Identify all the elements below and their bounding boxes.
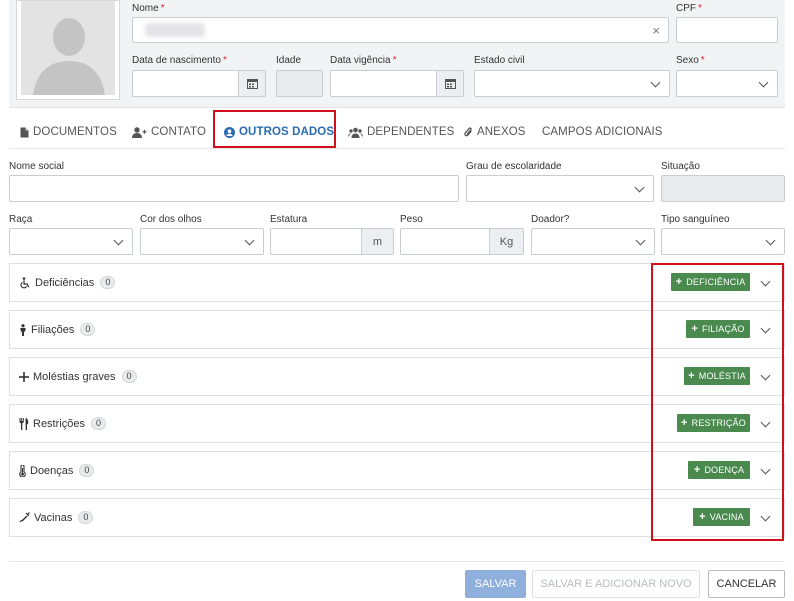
social-name-input[interactable] xyxy=(9,175,459,202)
chevron-down-icon xyxy=(113,235,124,245)
birth-date-input[interactable] xyxy=(132,70,266,97)
name-value-blurred xyxy=(145,23,205,37)
profile-photo[interactable] xyxy=(16,0,120,100)
avatar-placeholder-icon xyxy=(21,1,115,95)
tab-label: ANEXOS xyxy=(477,126,526,138)
save-and-new-button[interactable]: SALVAR E ADICIONAR NOVO xyxy=(532,570,700,598)
chevron-down-icon xyxy=(635,235,646,245)
validity-date-label: Data vigência * xyxy=(330,55,397,66)
save-button[interactable]: SALVAR xyxy=(465,570,526,598)
education-label: Grau de escolaridade xyxy=(466,161,562,172)
clear-icon[interactable]: × xyxy=(652,23,660,38)
tab-divider xyxy=(9,148,785,149)
count-badge: 0 xyxy=(78,511,94,524)
chevron-down-icon xyxy=(650,77,661,87)
eye-color-select[interactable] xyxy=(140,228,264,255)
validity-date-input[interactable] xyxy=(330,70,464,97)
sex-select[interactable] xyxy=(676,70,778,97)
eye-color-label: Cor dos olhos xyxy=(140,214,202,225)
name-input[interactable]: × xyxy=(132,17,669,43)
active-tab-highlight xyxy=(213,110,336,148)
blood-type-label: Tipo sanguíneo xyxy=(661,214,730,225)
cutlery-icon xyxy=(19,417,29,430)
education-select[interactable] xyxy=(466,175,654,202)
calendar-icon[interactable] xyxy=(436,71,463,96)
name-label: Nome * xyxy=(132,3,165,14)
age-input xyxy=(276,70,323,97)
tab-dependentes[interactable]: DEPENDENTES xyxy=(348,118,454,146)
tab-label: CONTATO xyxy=(151,126,207,138)
marital-status-label: Estado civil xyxy=(474,55,525,66)
document-icon xyxy=(20,127,29,138)
count-badge: 0 xyxy=(100,276,116,289)
thermometer-icon xyxy=(19,464,26,477)
birth-date-label: Data de nascimento * xyxy=(132,55,227,66)
add-buttons-highlight xyxy=(651,263,784,541)
count-badge: 0 xyxy=(79,464,95,477)
weight-label: Peso xyxy=(400,214,423,225)
paperclip-icon xyxy=(464,126,473,138)
count-badge: 0 xyxy=(90,417,106,430)
chevron-down-icon xyxy=(634,182,645,192)
users-icon xyxy=(348,127,363,138)
chevron-down-icon xyxy=(244,235,255,245)
tab-documentos[interactable]: DOCUMENTOS xyxy=(20,118,117,146)
weight-input[interactable]: Kg xyxy=(400,228,524,255)
age-label: Idade xyxy=(276,55,302,66)
tab-label: DOCUMENTOS xyxy=(33,126,117,138)
cpf-label: CPF * xyxy=(676,3,702,14)
footer-divider xyxy=(9,561,785,562)
calendar-icon[interactable] xyxy=(238,71,265,96)
blood-type-select[interactable] xyxy=(661,228,785,255)
count-badge: 0 xyxy=(80,323,96,336)
count-badge: 0 xyxy=(121,370,137,383)
marital-status-select[interactable] xyxy=(474,70,670,97)
status-label: Situação xyxy=(661,161,700,172)
tab-label: DEPENDENTES xyxy=(367,126,455,138)
user-plus-icon xyxy=(132,126,147,138)
tab-label: CAMPOS ADICIONAIS xyxy=(542,126,663,138)
height-unit: m xyxy=(361,229,393,254)
chevron-down-icon xyxy=(765,235,776,245)
panel-title: Moléstias graves xyxy=(33,370,116,383)
race-label: Raça xyxy=(9,214,33,225)
chevron-down-icon xyxy=(758,77,769,87)
tab-contato[interactable]: CONTATO xyxy=(132,118,206,146)
syringe-icon xyxy=(19,512,30,523)
panel-title: Doenças xyxy=(30,464,74,477)
weight-unit: Kg xyxy=(489,229,523,254)
race-select[interactable] xyxy=(9,228,133,255)
tab-campos-adicionais[interactable]: CAMPOS ADICIONAIS xyxy=(542,118,663,146)
plus-icon xyxy=(19,371,29,382)
tab-anexos[interactable]: ANEXOS xyxy=(464,118,526,146)
panel-title: Deficiências xyxy=(35,276,95,289)
height-input[interactable]: m xyxy=(270,228,394,255)
donor-label: Doador? xyxy=(531,214,570,225)
cancel-button[interactable]: CANCELAR xyxy=(708,570,785,598)
height-label: Estatura xyxy=(270,214,308,225)
wheelchair-icon xyxy=(19,276,31,289)
donor-select[interactable] xyxy=(531,228,655,255)
cpf-input[interactable] xyxy=(676,17,778,43)
child-icon xyxy=(19,323,27,336)
status-input xyxy=(661,175,785,202)
social-name-label: Nome social xyxy=(9,161,65,172)
sex-label: Sexo * xyxy=(676,55,705,66)
panel-title: Restrições xyxy=(33,417,85,430)
panel-title: Vacinas xyxy=(34,511,73,524)
panel-title: Filiações xyxy=(31,323,75,336)
